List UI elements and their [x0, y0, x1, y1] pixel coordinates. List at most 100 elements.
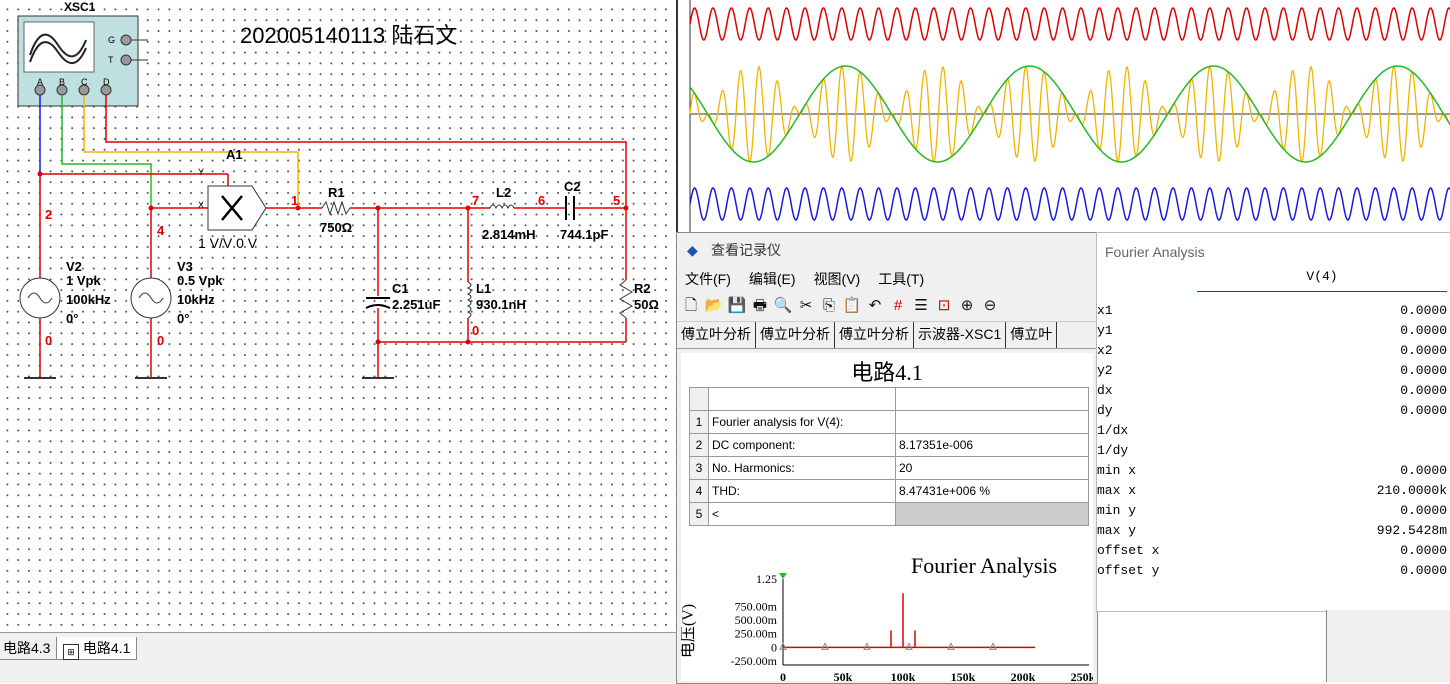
node-0-label-l1: 0 [472, 323, 480, 338]
multiplier-label: A1 [226, 147, 243, 162]
cursor-row: x1 0.0000 [1097, 303, 1450, 323]
fourier-chart[interactable]: 电压(V) 1.25750.00m500.00m250.00m0-250.00m… [681, 571, 1093, 681]
cursor-panel[interactable]: Fourier Analysis V(4) x1 0.0000 y1 0.0000 x2… [1096, 232, 1450, 612]
circuit-title: 电路4.1 [851, 360, 923, 385]
cursor-row-key: x1 [1097, 303, 1113, 318]
cut-icon[interactable]: ✂ [796, 296, 816, 316]
grapher-page[interactable]: 电路4.1 1 Fourier analysis for V(4): 2 DC co… [681, 353, 1093, 681]
x-tick-label: 0 [780, 670, 786, 681]
tab-fourier-4[interactable]: 傅立叶 [1006, 322, 1058, 348]
status-strip [1326, 610, 1450, 682]
menu-view[interactable]: 视图(V) [814, 267, 861, 291]
cursor-row-key: 1/dy [1097, 443, 1129, 458]
trace-channel-a [689, 187, 1450, 221]
cursor-marker [779, 573, 787, 579]
cursor-panel-title: Fourier Analysis [1105, 244, 1205, 260]
chart-marks [779, 573, 1035, 650]
table-scrollbar[interactable] [895, 502, 1089, 526]
cursor-row: 1/dy [1097, 443, 1450, 463]
menu-edit[interactable]: 编辑(E) [749, 267, 796, 291]
scope-traces [689, 0, 1450, 232]
cursor-row-value: 0.0000 [1400, 463, 1447, 478]
grapher-app-icon: ◆ [687, 242, 698, 258]
cursor-row-key: y2 [1097, 363, 1113, 378]
circuit-icon: ⊞ [63, 644, 79, 660]
l2-name: L2 [496, 185, 512, 200]
grapher-titlebar[interactable]: ◆ 查看记录仪 [677, 233, 1097, 267]
undo-icon[interactable]: ↶ [865, 296, 885, 316]
schematic-canvas[interactable]: XSC1 G T A B C D 202005140113 陆石文 A1 Y X… [0, 0, 676, 632]
legend-icon[interactable]: ☰ [911, 296, 931, 316]
table-row[interactable]: 1 Fourier analysis for V(4): [689, 410, 1089, 434]
open-folder-icon[interactable]: 📂 [704, 296, 724, 316]
new-file-icon[interactable]: 🗋 [681, 296, 701, 316]
paste-icon[interactable]: 📋 [842, 296, 862, 316]
cursor-row: offset x 0.0000 [1097, 543, 1450, 563]
author-label: 202005140113 陆石文 [240, 18, 457, 50]
c2-name: C2 [564, 179, 581, 194]
tab-fourier-3[interactable]: 傅立叶分析 [835, 322, 914, 348]
y-tick-label: 750.00m [735, 599, 778, 613]
scope-terminal-c: C [81, 77, 88, 87]
zoom-out-icon[interactable]: ⊖ [980, 296, 1000, 316]
cursor-icon[interactable]: ⊡ [934, 296, 954, 316]
menu-file[interactable]: 文件(F) [685, 267, 731, 291]
cursor-row-key: offset x [1097, 543, 1160, 558]
r1-value: 750Ω [320, 220, 353, 235]
x-tick-label: 150k [951, 670, 976, 681]
cursor-row-key: max x [1097, 483, 1137, 498]
scope-terminal-a: A [37, 77, 44, 87]
c1-name: C1 [392, 281, 409, 296]
print-icon[interactable]: 🖶 [750, 296, 770, 316]
node-6-label: 6 [538, 193, 546, 208]
r2-name: R2 [634, 281, 651, 296]
node-2-label: 2 [45, 207, 53, 222]
cursor-row-value: 992.5428m [1376, 523, 1447, 538]
node-1-label: 1 [291, 193, 299, 208]
cursor-row: max y 992.5428m [1097, 523, 1450, 543]
cursor-column-header: V(4) [1197, 269, 1447, 292]
zoom-in-icon[interactable]: ⊕ [957, 296, 977, 316]
y-tick-label: 0 [771, 640, 777, 654]
cursor-row: offset y 0.0000 [1097, 563, 1450, 583]
save-icon[interactable]: 💾 [727, 296, 747, 316]
grapher-menubar: 文件(F) 编辑(E) 视图(V) 工具(T) [677, 267, 1097, 291]
menu-tools[interactable]: 工具(T) [878, 267, 924, 291]
v2-frequency: 100kHz [66, 292, 111, 307]
table-row[interactable]: 4 THD: 8.47431e+006 % [689, 479, 1089, 503]
table-scroll-left[interactable]: < [708, 502, 896, 526]
node-7-label: 7 [472, 193, 480, 208]
print-preview-icon[interactable]: 🔍 [773, 296, 793, 316]
l1-name: L1 [476, 281, 492, 296]
tab-circuit-4-3[interactable]: 电路4.3 [0, 637, 58, 660]
author-id: 202005140113 [240, 23, 386, 48]
table-row[interactable]: 3 No. Harmonics: 20 [689, 456, 1089, 480]
x-tick-label: 200k [1011, 670, 1036, 681]
grapher-tabs: 傅立叶分析 傅立叶分析 傅立叶分析 示波器-XSC1 傅立叶 [677, 322, 1097, 349]
v2-name: V2 [66, 259, 82, 274]
r1-name: R1 [328, 185, 345, 200]
y-tick-label: 250.00m [735, 627, 778, 641]
r2-value: 50Ω [634, 297, 659, 312]
node-4-label: 4 [157, 223, 165, 238]
scope-terminal-d: D [103, 77, 110, 87]
cursor-row-key: min x [1097, 463, 1137, 478]
table-row[interactable]: 5 < [689, 502, 1089, 526]
oscilloscope-display [676, 0, 1450, 232]
grapher-window[interactable]: ◆ 查看记录仪 文件(F) 编辑(E) 视图(V) 工具(T) 🗋 📂 💾 🖶 … [676, 232, 1098, 684]
v2-amplitude: 1 Vpk [66, 273, 101, 288]
x-tick-label: 50k [834, 670, 853, 681]
v2-phase: 0° [66, 311, 79, 326]
cursor-row-key: y1 [1097, 323, 1113, 338]
tab-oscilloscope[interactable]: 示波器-XSC1 [914, 322, 1007, 348]
table-row[interactable]: 2 DC component: 8.17351e-006 [689, 433, 1089, 457]
tab-fourier-1[interactable]: 傅立叶分析 [677, 322, 756, 348]
document-tabbar: 电路4.3 ⊞ 电路4.1 [0, 632, 676, 683]
tab-fourier-2[interactable]: 傅立叶分析 [756, 322, 835, 348]
cursor-row-key: dy [1097, 403, 1113, 418]
grid-icon[interactable]: # [888, 296, 908, 316]
tab-circuit-4-1[interactable]: ⊞ 电路4.1 [56, 637, 138, 660]
trace-channel-d [689, 7, 1450, 41]
scope-terminal-b: B [59, 77, 66, 87]
copy-icon[interactable]: ⎘ [819, 296, 839, 316]
